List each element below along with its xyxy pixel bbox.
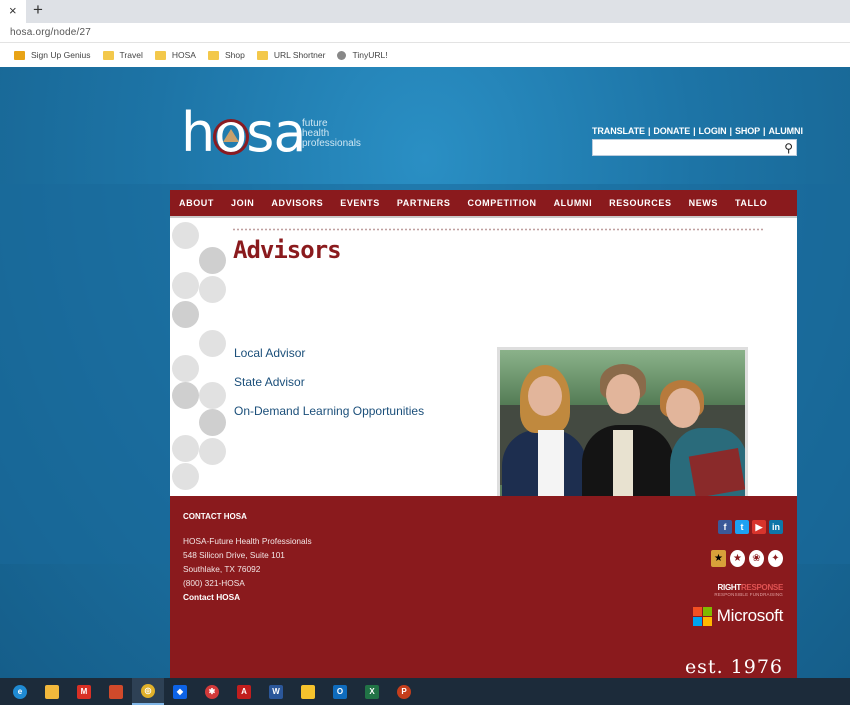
partner-badges: ★ ★ ❀ ✦ bbox=[711, 550, 783, 567]
nav-about[interactable]: ABOUT bbox=[179, 198, 214, 208]
pdf-reader-icon bbox=[109, 684, 123, 699]
taskbar-outlook[interactable]: O bbox=[324, 678, 356, 705]
utility-nav: TRANSLATE | DONATE | LOGIN | SHOP | ALUMNI bbox=[592, 126, 803, 136]
taskbar-gmail[interactable]: M bbox=[68, 678, 100, 705]
footer-title: CONTACT HOSA bbox=[183, 512, 247, 521]
decorative-circles bbox=[170, 220, 228, 496]
alumni-link[interactable]: ALUMNI bbox=[768, 126, 803, 136]
app-icon: ✱ bbox=[205, 684, 219, 699]
nav-partners[interactable]: PARTNERS bbox=[397, 198, 451, 208]
site-footer: CONTACT HOSA HOSA-Future Health Professi… bbox=[170, 496, 797, 678]
donate-link[interactable]: DONATE bbox=[653, 126, 690, 136]
nav-news[interactable]: NEWS bbox=[689, 198, 718, 208]
notes-icon bbox=[301, 684, 315, 699]
taskbar-acrobat[interactable]: A bbox=[228, 678, 260, 705]
logo-tagline: future health professionals bbox=[302, 118, 361, 149]
outlook-icon: O bbox=[333, 684, 347, 699]
tab-close-icon[interactable]: × bbox=[9, 3, 17, 18]
search-input[interactable]: ⚲ bbox=[592, 139, 797, 156]
image-bookmark-icon bbox=[14, 50, 25, 60]
youtube-icon[interactable]: ▶ bbox=[752, 520, 766, 534]
nav-competition[interactable]: COMPETITION bbox=[467, 198, 536, 208]
bookmark-url-shortner[interactable]: URL Shortner bbox=[256, 50, 325, 60]
social-links: f t ▶ in bbox=[718, 520, 783, 534]
taskbar-file-explorer[interactable] bbox=[36, 678, 68, 705]
state-advisor-link[interactable]: State Advisor bbox=[234, 375, 305, 389]
main-content: ABOUT JOIN ADVISORS EVENTS PARTNERS COMP… bbox=[170, 190, 797, 678]
on-demand-learning-link[interactable]: On-Demand Learning Opportunities bbox=[234, 404, 424, 418]
dropbox-icon: ◆ bbox=[173, 684, 187, 699]
login-link[interactable]: LOGIN bbox=[699, 126, 727, 136]
gmail-icon: M bbox=[77, 684, 91, 699]
microsoft-logo[interactable]: Microsoft bbox=[692, 606, 783, 626]
emblem-badge-icon[interactable]: ✦ bbox=[768, 550, 783, 567]
local-advisor-link[interactable]: Local Advisor bbox=[234, 346, 305, 360]
footer-address-2: Southlake, TX 76092 bbox=[183, 564, 261, 574]
taskbar-pdf-reader[interactable] bbox=[100, 678, 132, 705]
dotted-divider bbox=[232, 228, 764, 231]
footer-phone: (800) 321-HOSA bbox=[183, 578, 245, 588]
microsoft-squares-icon bbox=[692, 606, 712, 626]
bookmark-shop[interactable]: Shop bbox=[207, 50, 245, 60]
logo-triangle-icon bbox=[223, 129, 239, 142]
nav-alumni[interactable]: ALUMNI bbox=[554, 198, 593, 208]
taskbar-dropbox[interactable]: ◆ bbox=[164, 678, 196, 705]
url-text[interactable]: hosa.org/node/27 bbox=[10, 27, 91, 38]
acrobat-icon: A bbox=[237, 684, 251, 699]
nav-join[interactable]: JOIN bbox=[231, 198, 254, 208]
linkedin-icon[interactable]: in bbox=[769, 520, 783, 534]
taskbar-powerpoint[interactable]: P bbox=[388, 678, 420, 705]
folder-icon bbox=[102, 50, 114, 60]
main-nav: ABOUT JOIN ADVISORS EVENTS PARTNERS COMP… bbox=[170, 190, 797, 218]
folder-icon bbox=[154, 50, 166, 60]
nav-events[interactable]: EVENTS bbox=[340, 198, 380, 208]
bookmarks-bar: Sign Up Genius Travel HOSA Shop URL Shor… bbox=[0, 43, 850, 67]
folder-icon bbox=[207, 50, 219, 60]
excel-icon: X bbox=[365, 684, 379, 699]
shop-link[interactable]: SHOP bbox=[735, 126, 760, 136]
established-year: est. 1976 bbox=[684, 656, 783, 678]
hosa-logo[interactable]: hosa future health professionals bbox=[181, 105, 371, 165]
browser-tabstrip: × + bbox=[0, 0, 850, 23]
footer-org-name: HOSA-Future Health Professionals bbox=[183, 536, 312, 546]
folder-icon bbox=[256, 50, 268, 60]
right-response-subtitle: RESPONSIBLE FUNDRAISING bbox=[714, 592, 783, 597]
bookmark-travel[interactable]: Travel bbox=[102, 50, 143, 60]
file-explorer-icon bbox=[45, 684, 59, 699]
nav-resources[interactable]: RESOURCES bbox=[609, 198, 671, 208]
web-page: hosa future health professionals TRANSLA… bbox=[0, 67, 850, 678]
star-badge-icon[interactable]: ★ bbox=[730, 550, 745, 567]
active-tab[interactable]: × bbox=[0, 0, 26, 23]
page-title: Advisors bbox=[233, 236, 342, 264]
facebook-icon[interactable]: f bbox=[718, 520, 732, 534]
address-bar[interactable]: hosa.org/node/27 bbox=[0, 23, 850, 43]
bookmark-sign-up-genius[interactable]: Sign Up Genius bbox=[14, 50, 91, 60]
taskbar-app[interactable]: ✱ bbox=[196, 678, 228, 705]
powerpoint-icon: P bbox=[397, 684, 411, 699]
nav-advisors[interactable]: ADVISORS bbox=[271, 198, 323, 208]
new-tab-button[interactable]: + bbox=[33, 0, 43, 20]
windows-taskbar: e M ◎ ◆ ✱ A W O X P bbox=[0, 678, 850, 705]
word-icon: W bbox=[269, 684, 283, 699]
nav-tallo[interactable]: TALLO bbox=[735, 198, 767, 208]
advisors-photo bbox=[497, 347, 748, 516]
twitter-icon[interactable]: t bbox=[735, 520, 749, 534]
partner-badge-icon[interactable]: ★ bbox=[711, 550, 726, 567]
bookmark-hosa[interactable]: HOSA bbox=[154, 50, 196, 60]
taskbar-excel[interactable]: X bbox=[356, 678, 388, 705]
footer-contact-link[interactable]: Contact HOSA bbox=[183, 592, 240, 602]
chrome-icon: ◎ bbox=[141, 683, 155, 698]
taskbar-word[interactable]: W bbox=[260, 678, 292, 705]
edge-icon: e bbox=[13, 684, 27, 699]
seal-badge-icon[interactable]: ❀ bbox=[749, 550, 764, 567]
right-response-logo[interactable]: RIGHTRESPONSE bbox=[718, 583, 784, 592]
taskbar-edge[interactable]: e bbox=[4, 678, 36, 705]
globe-icon bbox=[337, 50, 347, 60]
taskbar-chrome[interactable]: ◎ bbox=[132, 678, 164, 705]
search-icon[interactable]: ⚲ bbox=[784, 141, 793, 155]
bookmark-tinyurl[interactable]: TinyURL! bbox=[337, 50, 388, 60]
taskbar-notes[interactable] bbox=[292, 678, 324, 705]
translate-link[interactable]: TRANSLATE bbox=[592, 126, 645, 136]
footer-address-1: 548 Silicon Drive, Suite 101 bbox=[183, 550, 285, 560]
